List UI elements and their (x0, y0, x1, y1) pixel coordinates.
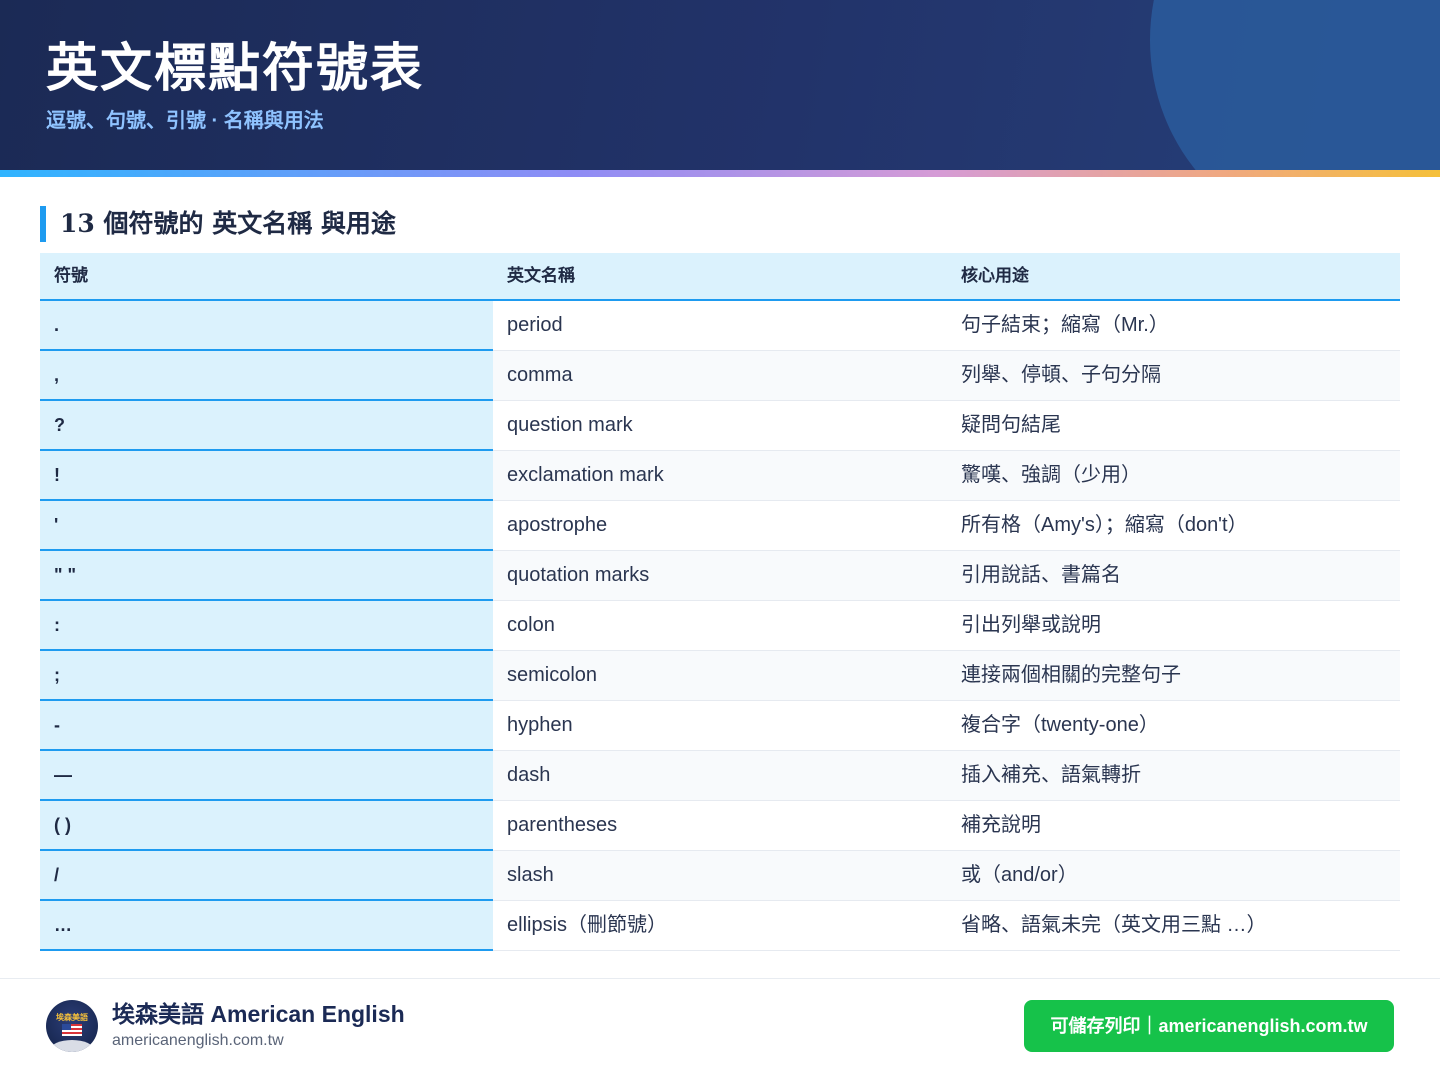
core-use-cell: 句子結束；縮寫（Mr.） (947, 301, 1400, 351)
table-header: 符號 英文名稱 核心用途 (40, 253, 1400, 301)
symbol-cell: " " (40, 551, 493, 601)
section-title: 13 個符號的 英文名稱 與用途 (40, 206, 396, 242)
english-name-cell: dash (493, 751, 947, 801)
symbol-cell: / (40, 851, 493, 901)
english-name-cell: semicolon (493, 651, 947, 701)
symbol-cell: ! (40, 451, 493, 501)
core-use-cell: 列舉、停頓、子句分隔 (947, 351, 1400, 401)
brand-name: 埃森美語 American English (112, 1001, 405, 1027)
brand-logo: 埃森美語 (46, 1000, 98, 1052)
core-use-cell: 補充說明 (947, 801, 1400, 851)
core-use-cell: 連接兩個相關的完整句子 (947, 651, 1400, 701)
page-header: 英文標點符號表 逗號、句號、引號 · 名稱與用法 (0, 0, 1440, 170)
english-name-cell: hyphen (493, 701, 947, 751)
core-use-cell: 插入補充、語氣轉折 (947, 751, 1400, 801)
header-accent-bar (0, 170, 1440, 177)
core-use-cell: 引出列舉或說明 (947, 601, 1400, 651)
english-name-cell: comma (493, 351, 947, 401)
us-flag-icon (62, 1024, 82, 1036)
column-header-symbol: 符號 (54, 266, 88, 285)
table-body: . period 句子結束；縮寫（Mr.）, comma 列舉、停頓、子句分隔? ques… (40, 301, 1400, 951)
table-row: - hyphen 複合字（twenty-one） (40, 701, 1400, 751)
table-row: : colon 引出列舉或說明 (40, 601, 1400, 651)
core-use-cell: 疑問句結尾 (947, 401, 1400, 451)
english-name-cell: parentheses (493, 801, 947, 851)
table-row: ' apostrophe 所有格（Amy's）；縮寫（don't） (40, 501, 1400, 551)
logo-text: 埃森美語 (56, 1013, 88, 1022)
symbol-cell: : (40, 601, 493, 651)
english-name-cell: apostrophe (493, 501, 947, 551)
page-subtitle: 逗號、句號、引號 · 名稱與用法 (46, 110, 324, 132)
english-name-cell: ellipsis（刪節號） (493, 901, 947, 951)
table-row: ( ) parentheses 補充說明 (40, 801, 1400, 851)
print-button[interactable]: 可儲存列印｜americanenglish.com.tw (1024, 1000, 1394, 1052)
page-title: 英文標點符號表 (46, 38, 425, 99)
table-row: . period 句子結束；縮寫（Mr.） (40, 301, 1400, 351)
english-name-cell: exclamation mark (493, 451, 947, 501)
brand-url[interactable]: americanenglish.com.tw (112, 1030, 284, 1052)
core-use-cell: 驚嘆、強調（少用） (947, 451, 1400, 501)
punctuation-table: 符號 英文名稱 核心用途 . period 句子結束；縮寫（Mr.）, comma 列舉… (40, 253, 1400, 951)
core-use-cell: 或（and/or） (947, 851, 1400, 901)
table-row: — dash 插入補充、語氣轉折 (40, 751, 1400, 801)
core-use-cell: 所有格（Amy's）；縮寫（don't） (947, 501, 1400, 551)
table-row: … ellipsis（刪節號） 省略、語氣未完（英文用三點 …） (40, 901, 1400, 951)
table-row: ; semicolon 連接兩個相關的完整句子 (40, 651, 1400, 701)
english-name-cell: colon (493, 601, 947, 651)
symbol-cell: — (40, 751, 493, 801)
symbol-cell: ( ) (40, 801, 493, 851)
symbol-cell: . (40, 301, 493, 351)
symbol-cell: ' (40, 501, 493, 551)
core-use-cell: 引用說話、書篇名 (947, 551, 1400, 601)
english-name-cell: question mark (493, 401, 947, 451)
symbol-cell: , (40, 351, 493, 401)
header-decoration-circle (1150, 0, 1440, 170)
symbol-cell: - (40, 701, 493, 751)
table-row: , comma 列舉、停頓、子句分隔 (40, 351, 1400, 401)
symbol-cell: ; (40, 651, 493, 701)
column-header-core-use: 核心用途 (961, 266, 1029, 285)
table-row: " " quotation marks 引用說話、書篇名 (40, 551, 1400, 601)
column-header-english-name: 英文名稱 (507, 266, 575, 285)
symbol-cell: ? (40, 401, 493, 451)
core-use-cell: 複合字（twenty-one） (947, 701, 1400, 751)
english-name-cell: period (493, 301, 947, 351)
table-row: / slash 或（and/or） (40, 851, 1400, 901)
moon-icon (50, 1040, 94, 1052)
english-name-cell: slash (493, 851, 947, 901)
symbol-cell: … (40, 901, 493, 951)
footer-divider (0, 978, 1440, 979)
table-row: ? question mark 疑問句結尾 (40, 401, 1400, 451)
table-row: ! exclamation mark 驚嘆、強調（少用） (40, 451, 1400, 501)
core-use-cell: 省略、語氣未完（英文用三點 …） (947, 901, 1400, 951)
english-name-cell: quotation marks (493, 551, 947, 601)
